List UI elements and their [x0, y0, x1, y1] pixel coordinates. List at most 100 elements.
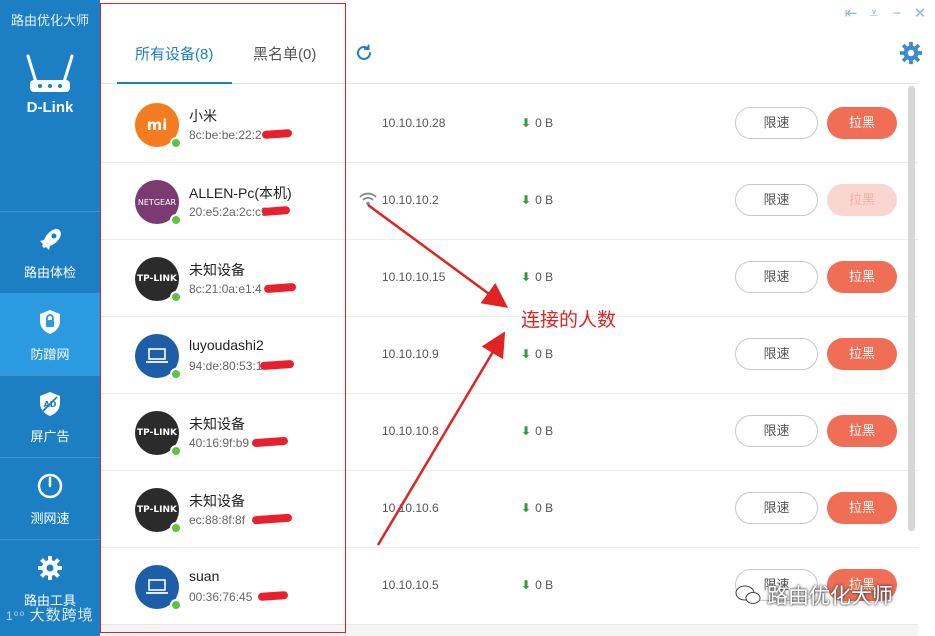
minimize-icon[interactable]: −: [888, 5, 906, 23]
gear-icon: [34, 552, 66, 584]
download-arrow-icon: ⬇: [521, 193, 532, 207]
online-status-dot: [170, 368, 182, 380]
limit-speed-button[interactable]: 限速: [735, 261, 818, 293]
device-mac: 8c:21:0a:e1:4: [189, 282, 262, 296]
mac-redaction-mark: [263, 282, 297, 294]
block-button[interactable]: 拉黑: [827, 415, 897, 447]
block-button-disabled: 拉黑: [827, 184, 897, 216]
app-title: 路由优化大师: [10, 13, 89, 28]
download-arrow-icon: ⬇: [521, 501, 532, 515]
ad-block-shield-icon: AD: [34, 388, 66, 420]
pin-left-icon[interactable]: ⇤: [842, 5, 860, 23]
limit-speed-button[interactable]: 限速: [735, 338, 818, 370]
mac-redaction-mark: [261, 128, 293, 140]
refresh-icon[interactable]: [354, 43, 374, 63]
limit-speed-button[interactable]: 限速: [735, 492, 818, 524]
device-ip: 10.10.10.28: [382, 116, 446, 130]
speed-value: 0 B: [535, 424, 554, 438]
block-button[interactable]: 拉黑: [827, 338, 897, 370]
device-ip: 10.10.10.6: [382, 501, 439, 515]
table-row: luyoudashi2 94:de:80:53:1 10.10.10.9 ⬇ 0 …: [100, 317, 918, 394]
download-arrow-icon: ⬇: [521, 347, 532, 361]
settings-gear-icon[interactable]: [898, 40, 924, 66]
tab-blacklist[interactable]: 黑名单(0): [253, 43, 316, 64]
download-arrow-icon: ⬇: [521, 578, 532, 592]
device-mac: 00:36:76:45: [189, 590, 253, 604]
device-name: suan: [189, 568, 220, 584]
bottom-strip: [100, 624, 918, 636]
online-status-dot: [170, 445, 182, 457]
active-tab-underline: [117, 82, 232, 84]
device-name: 未知设备: [189, 493, 245, 509]
watermark-right: 路由优化大师: [735, 580, 893, 610]
limit-speed-button[interactable]: 限速: [735, 107, 818, 139]
mac-redaction-mark: [251, 436, 289, 448]
wechat-icon: [735, 585, 761, 604]
device-ip: 10.10.10.8: [382, 424, 439, 438]
device-ip: 10.10.10.5: [382, 578, 439, 592]
device-speed: ⬇ 0 B: [521, 347, 553, 361]
watermark-left: 1⁰⁰ 大数跨境: [6, 607, 94, 624]
table-row: NETGEAR ALLEN-Pc(本机) 20:e5:2a:2c:c9 10.1…: [100, 163, 918, 240]
nav-item-router-checkup[interactable]: 路由体检: [0, 211, 100, 293]
device-ip: 10.10.10.2: [382, 193, 439, 207]
download-arrow-icon: ⬇: [521, 116, 532, 130]
lock-shield-icon: [34, 306, 66, 338]
speed-value: 0 B: [535, 193, 554, 207]
device-name: 小米: [189, 108, 217, 124]
nav-item-anti-leech[interactable]: 防蹭网: [0, 293, 100, 375]
block-button[interactable]: 拉黑: [827, 107, 897, 139]
close-icon[interactable]: ✕: [911, 5, 929, 23]
nav-label: 路由体检: [23, 265, 76, 280]
brand-logo-text: D-Link: [26, 99, 74, 116]
online-status-dot: [170, 291, 182, 303]
device-speed: ⬇ 0 B: [521, 116, 553, 130]
speed-value: 0 B: [535, 116, 554, 130]
device-mac: ec:88:8f:8f: [189, 513, 246, 527]
device-speed: ⬇ 0 B: [521, 424, 553, 438]
speed-value: 0 B: [535, 501, 554, 515]
download-arrow-icon: ⬇: [521, 424, 532, 438]
nav-item-ad-block[interactable]: AD 屏广告: [0, 375, 100, 457]
nav-item-speed-test[interactable]: 测网速: [0, 457, 100, 539]
nav-label: 防蹭网: [30, 347, 70, 362]
tab-all-devices[interactable]: 所有设备(8): [135, 43, 213, 64]
device-mac: 8c:be:be:22:2: [189, 128, 262, 142]
mac-redaction-mark: [259, 359, 295, 371]
annotation-label: 连接的人数: [521, 310, 617, 331]
device-speed: ⬇ 0 B: [521, 578, 553, 592]
watermark-right-text: 路由优化大师: [767, 585, 893, 608]
mac-redaction-mark: [251, 513, 293, 525]
router-logo-icon: [26, 54, 74, 92]
speed-value: 0 B: [535, 347, 554, 361]
online-status-dot: [170, 599, 182, 611]
download-arrow-icon: ⬇: [521, 270, 532, 284]
device-name: ALLEN-Pc(本机): [189, 185, 292, 201]
scrollbar[interactable]: [908, 86, 915, 531]
device-speed: ⬇ 0 B: [521, 501, 553, 515]
device-ip: 10.10.10.15: [382, 270, 446, 284]
block-button[interactable]: 拉黑: [827, 261, 897, 293]
sidebar: 路由优化大师 D-Link 路由体检 防蹭网 AD 屏广告 测网速: [0, 0, 100, 636]
block-button[interactable]: 拉黑: [827, 492, 897, 524]
device-name: 未知设备: [189, 416, 245, 432]
mac-redaction-mark: [257, 590, 289, 602]
device-mac: 94:de:80:53:1: [189, 359, 263, 373]
speed-value: 0 B: [535, 270, 554, 284]
speedometer-icon: [34, 470, 66, 502]
mac-redaction-mark: [261, 206, 291, 216]
rocket-icon: [34, 224, 66, 256]
limit-speed-button[interactable]: 限速: [735, 184, 818, 216]
device-mac: 40:16:9f:b9: [189, 436, 250, 450]
watermark-left-text: 大数跨境: [29, 607, 94, 624]
speed-value: 0 B: [535, 578, 554, 592]
table-row: TP-LINK 未知设备 8c:21:0a:e1:4 10.10.10.15 ⬇…: [100, 240, 918, 317]
wifi-icon: [359, 192, 377, 206]
limit-speed-button[interactable]: 限速: [735, 415, 818, 447]
online-status-dot: [170, 214, 182, 226]
device-speed: ⬇ 0 B: [521, 270, 553, 284]
device-name: luyoudashi2: [189, 337, 264, 353]
table-row: TP-LINK 未知设备 40:16:9f:b9 10.10.10.8 ⬇ 0 B…: [100, 394, 918, 471]
table-row: TP-LINK 未知设备 ec:88:8f:8f 10.10.10.6 ⬇ 0 B…: [100, 471, 918, 548]
dropdown-menu-icon[interactable]: ⩡: [865, 5, 883, 23]
